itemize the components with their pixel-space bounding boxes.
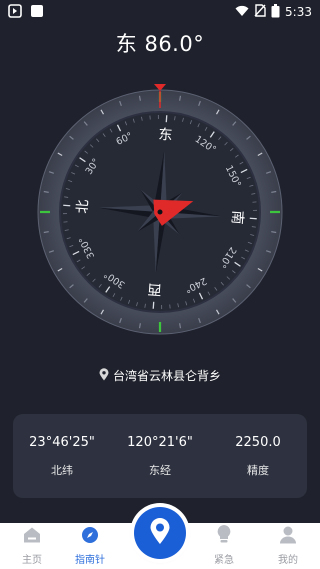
latitude-value: 23°46'25": [29, 434, 95, 450]
tab-compass[interactable]: 指南针: [58, 523, 122, 569]
coordinates-card: 23°46'25" 北纬 120°21'6" 东经 2250.0 精度: [13, 414, 307, 498]
bezel-tick: [43, 231, 49, 234]
latitude-label: 北纬: [51, 463, 73, 477]
locate-button[interactable]: [134, 507, 186, 559]
east-label: 东: [158, 127, 173, 144]
tab-home[interactable]: 主页: [0, 523, 64, 569]
no-sim-icon: [254, 4, 266, 20]
longitude-label: 东经: [149, 463, 171, 477]
bezel-tick: [138, 323, 141, 329]
location-pin-icon: [149, 517, 171, 549]
battery-icon: [271, 3, 280, 21]
accuracy-label: 精度: [247, 463, 269, 477]
compass-svg: 北东南西30°60° 120°150°210°240°300°330°: [37, 84, 283, 335]
latitude-block: 23°46'25" 北纬: [14, 435, 110, 478]
longitude-block: 120°21'6" 东经: [112, 435, 208, 478]
location-pin-icon: [99, 367, 109, 384]
wifi-icon: [235, 5, 249, 20]
tab-home-label: 主页: [22, 555, 42, 566]
south-label: 南: [228, 210, 245, 225]
accuracy-block: 2250.0 精度: [210, 435, 306, 478]
compass-dial: 北东南西 30° 60° 120° 150° 210° 240° 300° 330°: [30, 82, 290, 342]
bezel-tick: [179, 323, 182, 329]
bezel-tick: [271, 190, 277, 193]
west-label: 西: [147, 280, 162, 297]
lightbulb-icon: [216, 524, 232, 548]
tab-emergency-label: 紧急: [214, 555, 234, 566]
home-icon: [22, 526, 42, 548]
longitude-value: 120°21'6": [127, 434, 193, 450]
location-text: 台湾省云林县仑背乡: [112, 369, 221, 383]
bezel-tick: [43, 190, 49, 193]
heading-direction: 东: [115, 32, 138, 56]
heading-degrees: 86.0°: [144, 32, 205, 56]
app-icon: [30, 3, 44, 22]
tab-mine[interactable]: 我的: [256, 523, 320, 569]
location-row: 台湾省云林县仑背乡: [0, 367, 320, 384]
tab-emergency[interactable]: 紧急: [192, 523, 256, 569]
tab-mine-label: 我的: [278, 555, 298, 566]
bezel-tick: [271, 231, 277, 234]
status-bar: 5:33: [0, 0, 320, 24]
north-label: 北: [75, 199, 92, 214]
bezel-tick: [179, 95, 182, 101]
bezel-tick: [138, 95, 141, 101]
status-time: 5:33: [285, 5, 312, 19]
heading-readout: 东 86.0°: [0, 28, 320, 58]
accuracy-value: 2250.0: [235, 434, 281, 450]
tab-compass-label: 指南针: [75, 555, 105, 566]
user-icon: [279, 525, 297, 548]
notification-icon: [8, 3, 22, 22]
compass-tab-icon: [81, 526, 99, 548]
center-hub: [157, 209, 163, 215]
